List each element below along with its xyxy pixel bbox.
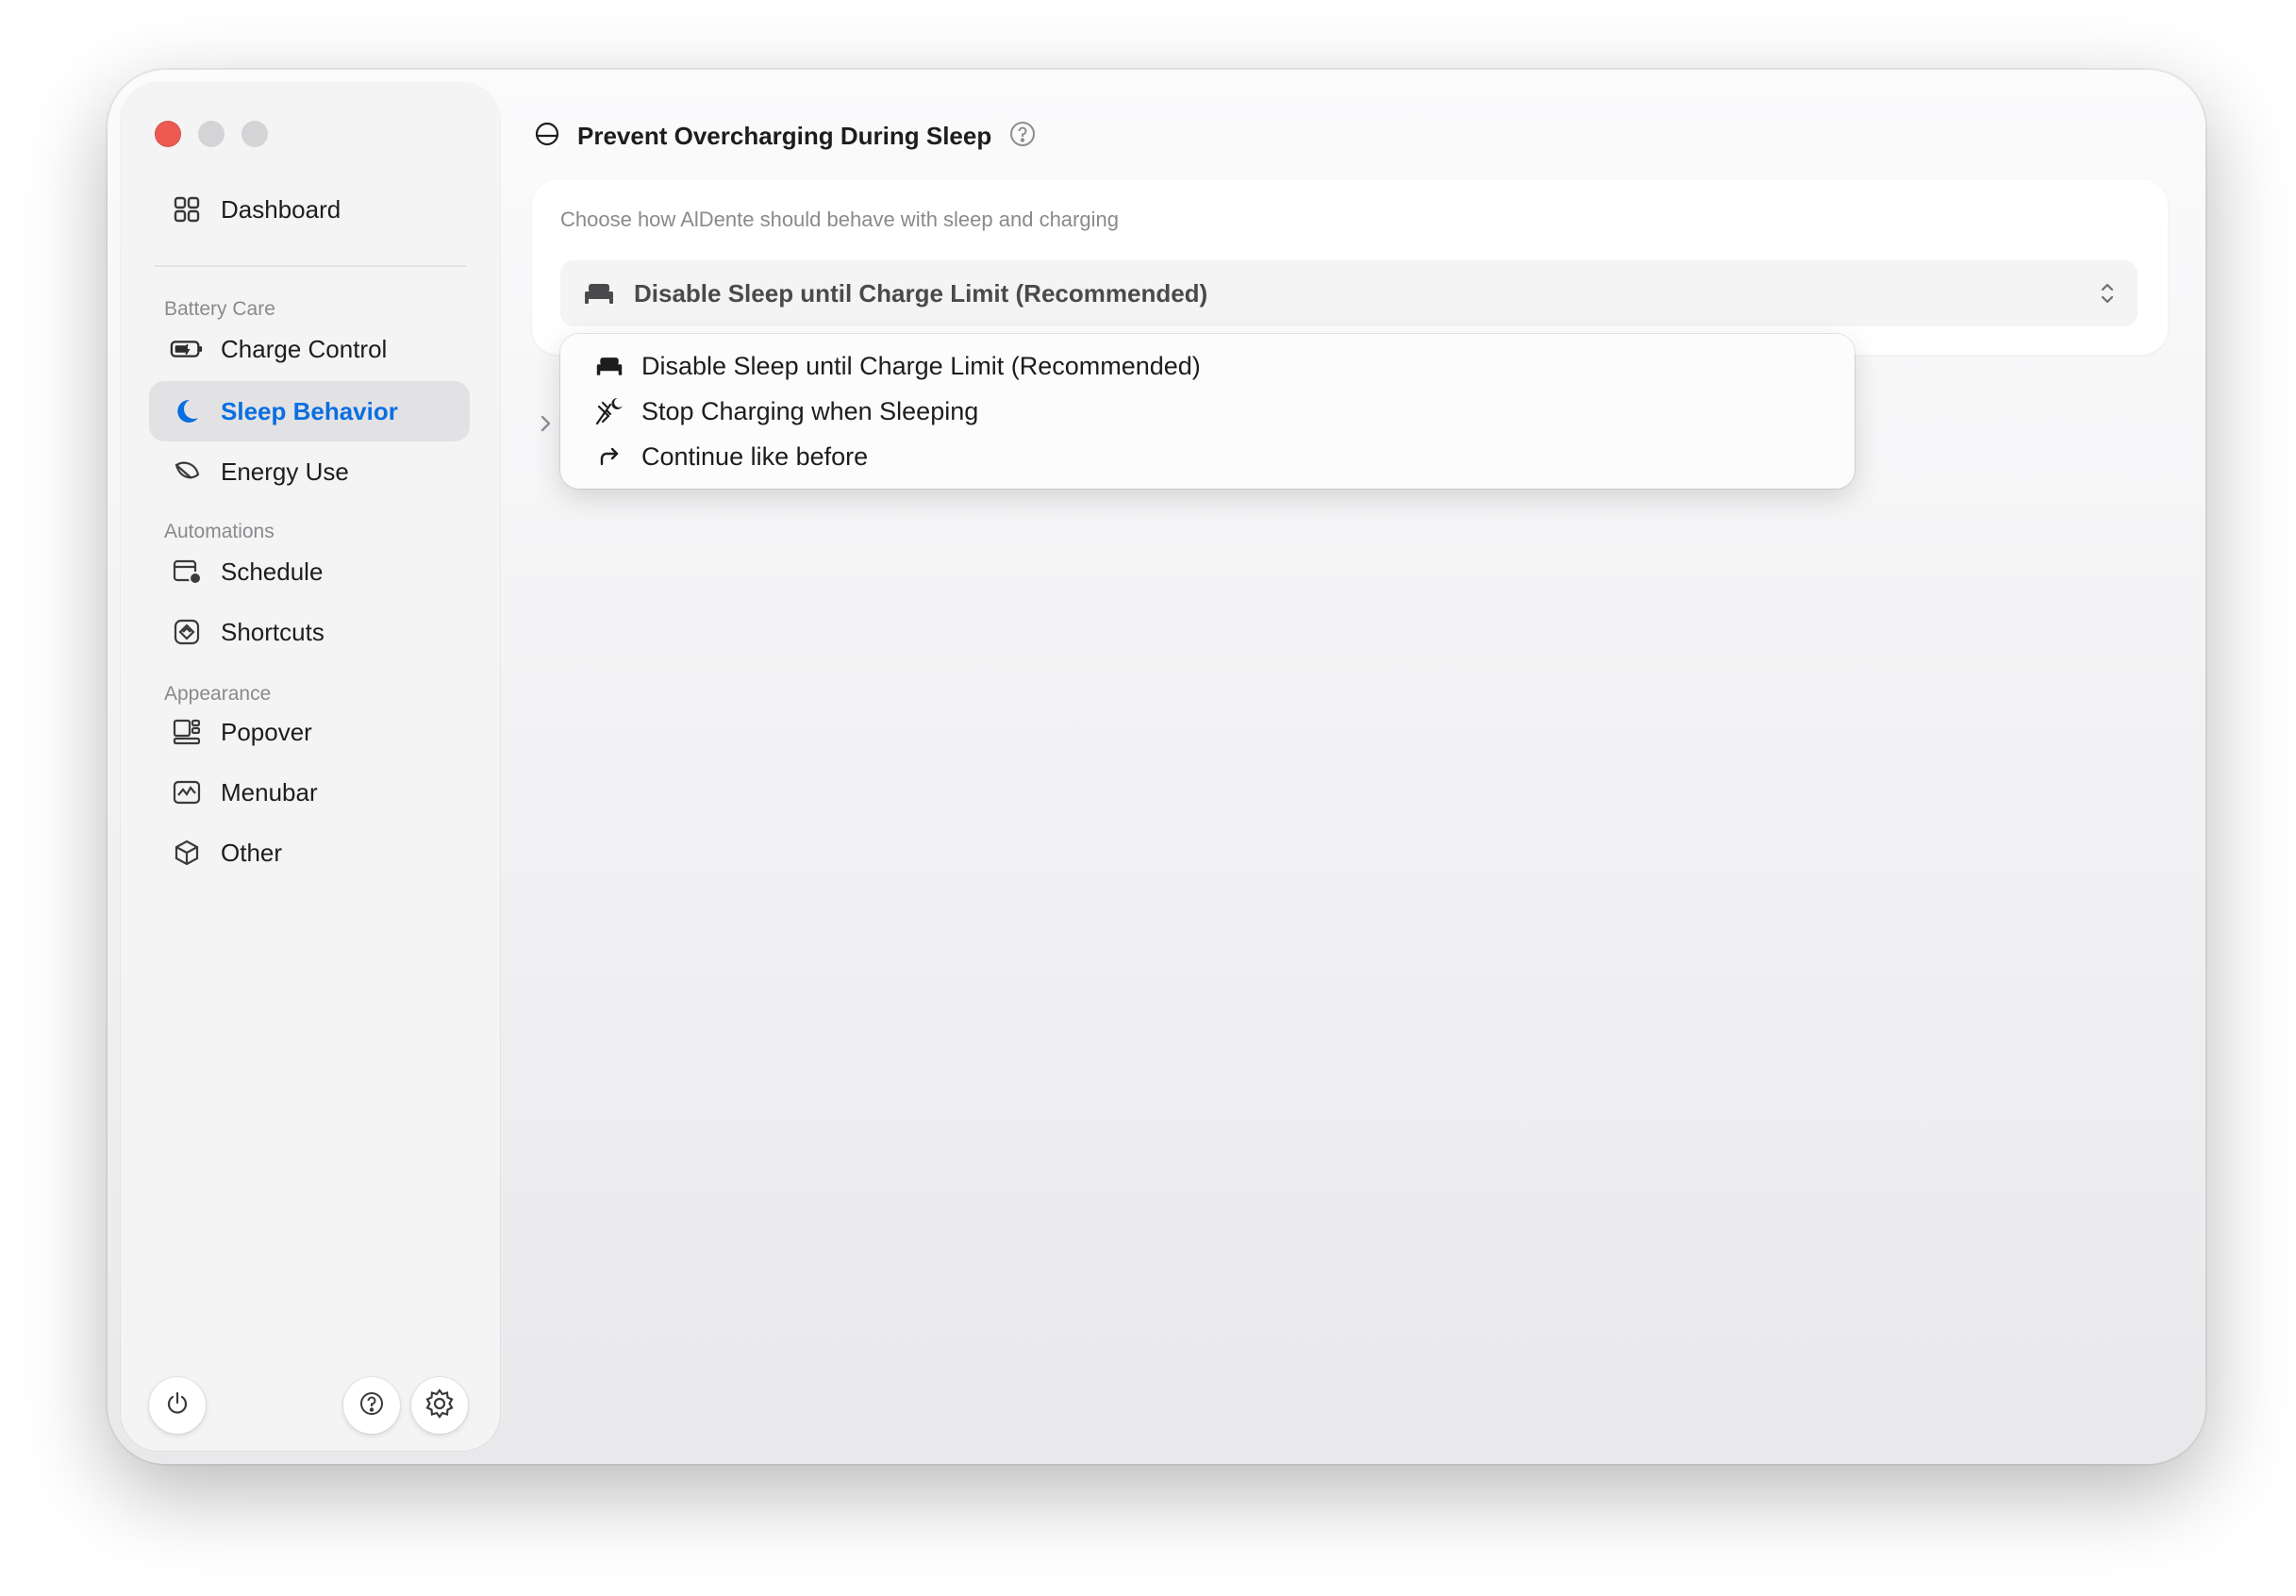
dropdown-option-stop-charging[interactable]: Stop Charging when Sleeping: [560, 389, 1855, 434]
close-button[interactable]: [155, 121, 181, 147]
menubar-icon: [170, 775, 204, 809]
maximize-button[interactable]: [241, 121, 268, 147]
app-window: Dashboard Battery Care Charge Control Sl…: [108, 70, 2205, 1464]
sidebar-item-label: Other: [221, 838, 283, 867]
sidebar-item-label: Shortcuts: [221, 617, 324, 646]
sidebar-item-shortcuts[interactable]: Shortcuts: [149, 602, 470, 662]
sidebar-item-label: Popover: [221, 717, 312, 746]
half-moon-icon: [534, 121, 560, 152]
no-plug-moon-icon: [592, 395, 626, 427]
sidebar: Dashboard Battery Care Charge Control Sl…: [121, 83, 500, 1451]
bed-icon: [592, 356, 626, 376]
sidebar-item-label: Menubar: [221, 777, 318, 806]
sidebar-item-dashboard[interactable]: Dashboard: [149, 179, 470, 240]
dropdown-option-continue[interactable]: Continue like before: [560, 434, 1855, 479]
question-circle-icon[interactable]: [1008, 120, 1037, 153]
calendar-clock-icon: [170, 555, 204, 589]
option-label: Disable Sleep until Charge Limit (Recomm…: [641, 351, 1201, 380]
cube-icon: [170, 836, 204, 870]
settings-button[interactable]: [411, 1377, 468, 1434]
sidebar-item-label: Schedule: [221, 557, 324, 586]
sidebar-divider: [155, 265, 466, 267]
dropdown-option-disable-sleep[interactable]: Disable Sleep until Charge Limit (Recomm…: [560, 343, 1855, 389]
moon-icon: [170, 394, 204, 428]
minimize-button[interactable]: [198, 121, 225, 147]
power-button[interactable]: [149, 1377, 206, 1434]
grid-icon: [170, 192, 204, 226]
gear-icon: [424, 1388, 456, 1424]
shortcuts-icon: [170, 615, 204, 649]
sidebar-item-label: Dashboard: [221, 194, 341, 224]
card-description: Choose how AlDente should behave with sl…: [560, 208, 1119, 231]
popover-icon: [170, 715, 204, 749]
bed-icon: [583, 282, 619, 305]
battery-icon: [170, 332, 204, 366]
sidebar-item-sleep-behavior[interactable]: Sleep Behavior: [149, 381, 470, 441]
sleep-behavior-card: Choose how AlDente should behave with sl…: [532, 179, 2168, 355]
sidebar-item-label: Energy Use: [221, 457, 349, 486]
chevron-right-icon[interactable]: [536, 411, 555, 441]
section-title-automations: Automations: [164, 521, 275, 542]
leaf-icon: [170, 455, 204, 489]
sleep-mode-select[interactable]: Disable Sleep until Charge Limit (Recomm…: [560, 260, 2138, 326]
sidebar-item-label: Sleep Behavior: [221, 396, 398, 425]
chevron-up-down-icon: [2098, 279, 2117, 312]
sidebar-item-popover[interactable]: Popover: [149, 702, 470, 762]
sleep-mode-dropdown: Disable Sleep until Charge Limit (Recomm…: [560, 334, 1855, 489]
sidebar-item-other[interactable]: Other: [149, 823, 470, 883]
arrow-forward-icon: [592, 445, 626, 468]
sidebar-item-menubar[interactable]: Menubar: [149, 762, 470, 823]
sidebar-item-energy-use[interactable]: Energy Use: [149, 441, 470, 502]
sidebar-item-charge-control[interactable]: Charge Control: [149, 319, 470, 379]
sidebar-item-label: Charge Control: [221, 334, 388, 363]
help-button[interactable]: [343, 1377, 400, 1434]
sidebar-item-schedule[interactable]: Schedule: [149, 541, 470, 602]
power-icon: [163, 1389, 191, 1422]
question-circle-icon: [358, 1389, 386, 1422]
page-title: Prevent Overcharging During Sleep: [577, 121, 992, 150]
option-label: Continue like before: [641, 441, 869, 471]
option-label: Stop Charging when Sleeping: [641, 396, 979, 425]
selected-value: Disable Sleep until Charge Limit (Recomm…: [634, 278, 1208, 308]
section-title-battery-care: Battery Care: [164, 298, 275, 320]
page-header: Prevent Overcharging During Sleep: [534, 115, 1037, 157]
